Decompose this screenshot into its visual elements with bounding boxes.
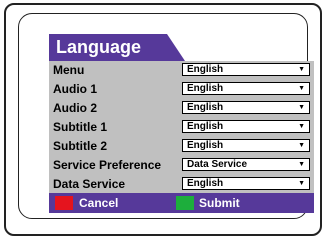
setting-row-menu: Menu English ▼ bbox=[49, 61, 314, 80]
data-service-language-select[interactable]: English ▼ bbox=[182, 177, 310, 190]
dropdown-arrow-icon: ▼ bbox=[298, 142, 305, 149]
select-value: English bbox=[187, 83, 224, 94]
language-dialog: Language Menu English ▼ Audio 1 English … bbox=[49, 34, 320, 215]
audio-2-language-select[interactable]: English ▼ bbox=[182, 101, 310, 114]
setting-label-subtitle-1: Subtitle 1 bbox=[53, 120, 108, 134]
setting-row-subtitle-2: Subtitle 2 English ▼ bbox=[49, 137, 314, 156]
audio-1-language-select[interactable]: English ▼ bbox=[182, 82, 310, 95]
cancel-button[interactable]: Cancel bbox=[79, 196, 118, 210]
dropdown-arrow-icon: ▼ bbox=[298, 161, 305, 168]
settings-list: Menu English ▼ Audio 1 English ▼ Audio 2… bbox=[49, 61, 314, 193]
setting-row-audio-2: Audio 2 English ▼ bbox=[49, 99, 314, 118]
dialog-title-tab: Language bbox=[49, 34, 185, 61]
setting-row-audio-1: Audio 1 English ▼ bbox=[49, 80, 314, 99]
setting-label-audio-2: Audio 2 bbox=[53, 101, 97, 115]
setting-label-subtitle-2: Subtitle 2 bbox=[53, 139, 108, 153]
dropdown-arrow-icon: ▼ bbox=[298, 180, 305, 187]
dropdown-arrow-icon: ▼ bbox=[298, 123, 305, 130]
dropdown-arrow-icon: ▼ bbox=[298, 66, 305, 73]
setting-row-data-service: Data Service English ▼ bbox=[49, 175, 314, 194]
submit-button[interactable]: Submit bbox=[199, 196, 240, 210]
setting-row-subtitle-1: Subtitle 1 English ▼ bbox=[49, 118, 314, 137]
setting-row-service-preference: Service Preference Data Service ▼ bbox=[49, 156, 314, 175]
select-value: English bbox=[187, 178, 224, 189]
setting-label-menu: Menu bbox=[53, 63, 85, 77]
dialog-title: Language bbox=[56, 37, 142, 57]
setting-label-audio-1: Audio 1 bbox=[53, 82, 97, 96]
action-bar: Cancel Submit bbox=[49, 193, 314, 213]
subtitle-2-language-select[interactable]: English ▼ bbox=[182, 139, 310, 152]
dropdown-arrow-icon: ▼ bbox=[298, 104, 305, 111]
red-key-icon bbox=[55, 196, 73, 210]
green-key-icon bbox=[176, 196, 194, 210]
setting-label-service-preference: Service Preference bbox=[53, 158, 162, 172]
dropdown-arrow-icon: ▼ bbox=[298, 85, 305, 92]
select-value: English bbox=[187, 102, 224, 113]
select-value: English bbox=[187, 140, 224, 151]
select-value: English bbox=[187, 121, 224, 132]
select-value: Data Service bbox=[187, 159, 248, 170]
service-preference-select[interactable]: Data Service ▼ bbox=[182, 158, 310, 171]
setting-label-data-service: Data Service bbox=[53, 177, 126, 191]
select-value: English bbox=[187, 64, 224, 75]
subtitle-1-language-select[interactable]: English ▼ bbox=[182, 120, 310, 133]
menu-language-select[interactable]: English ▼ bbox=[182, 63, 310, 76]
